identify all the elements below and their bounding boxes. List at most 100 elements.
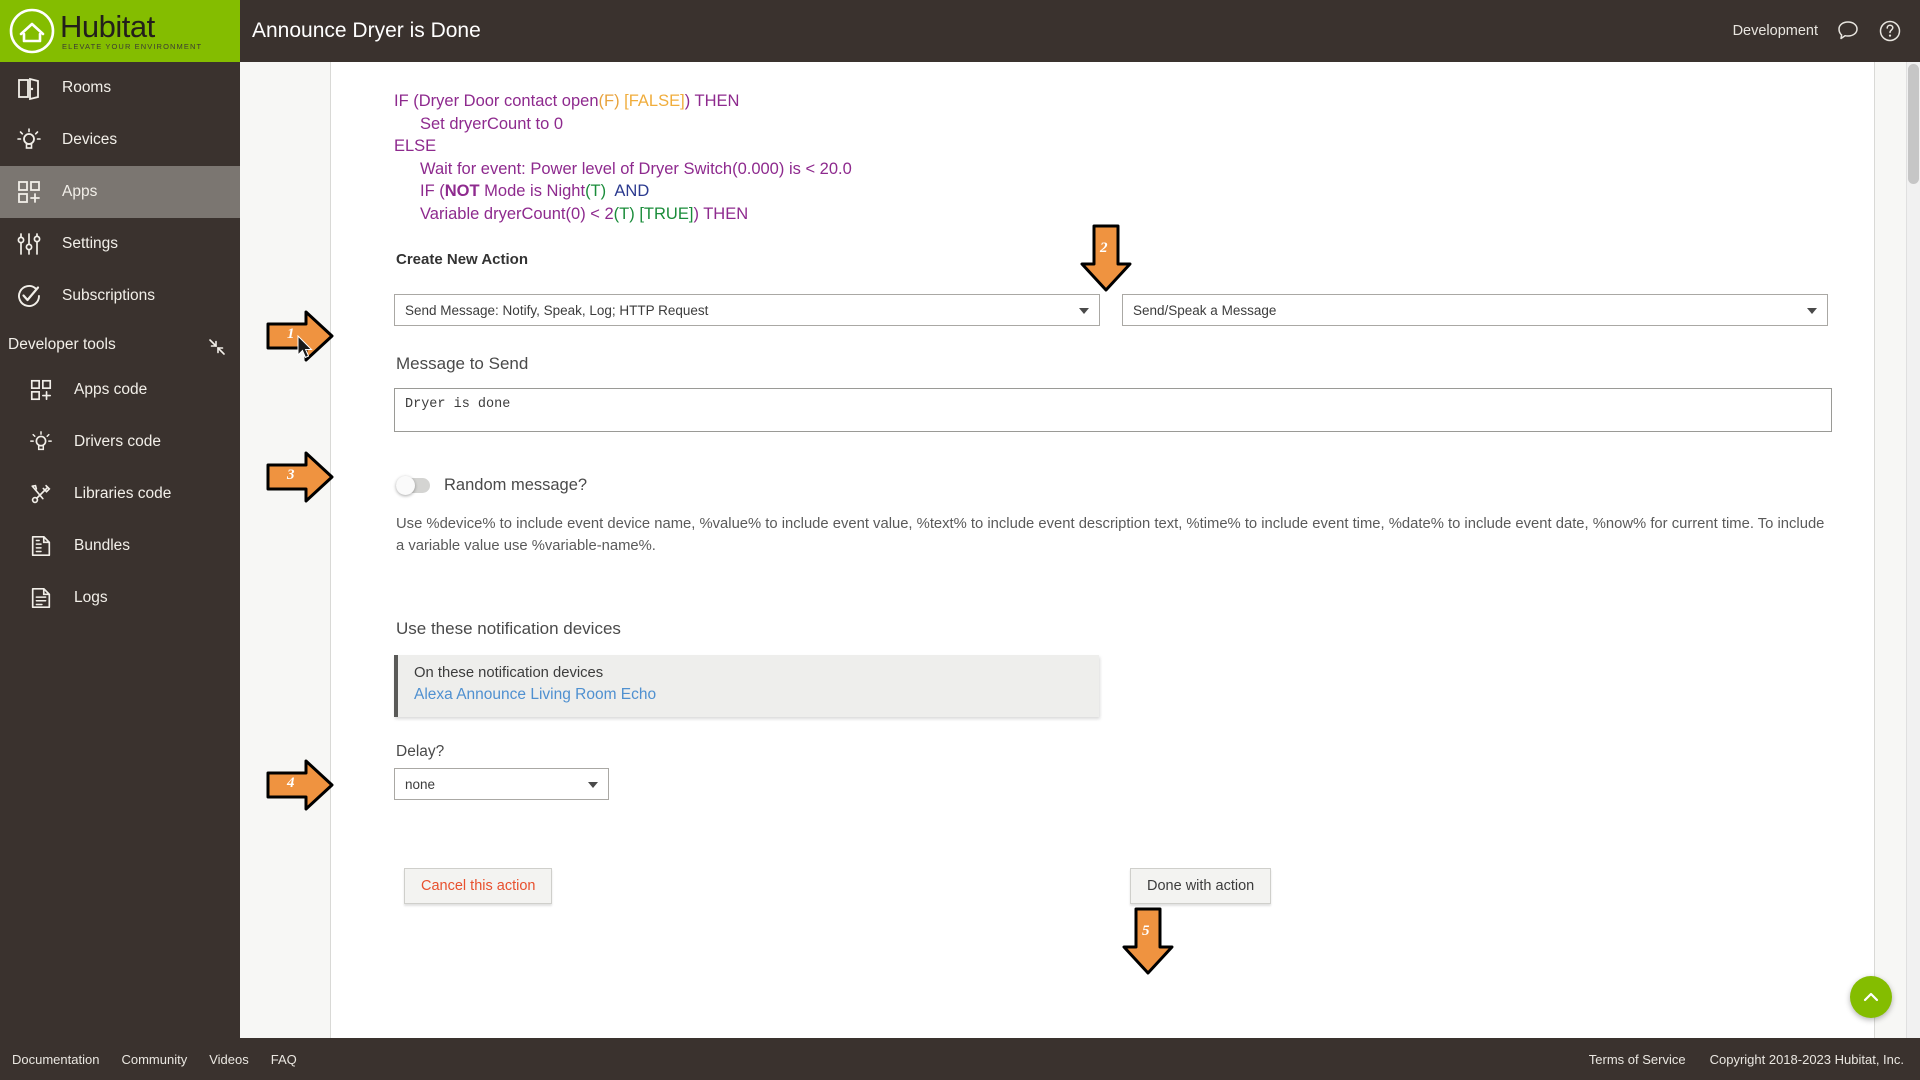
footer-link-videos[interactable]: Videos bbox=[209, 1052, 249, 1067]
main-content-area: IF (Dryer Door contact open(F) [FALSE]) … bbox=[240, 62, 1920, 1042]
page-title: Announce Dryer is Done bbox=[252, 19, 481, 42]
vertical-scrollbar[interactable] bbox=[1906, 62, 1920, 1042]
footer-link-documentation[interactable]: Documentation bbox=[12, 1052, 99, 1067]
rule-token: IF ( bbox=[420, 182, 445, 200]
sidebar: Hubitat ELEVATE YOUR ENVIRONMENT Rooms D… bbox=[0, 0, 240, 1080]
rule-line: Wait for event: Power level of Dryer Swi… bbox=[394, 158, 1846, 181]
rule-token: IF (Dryer Door contact open bbox=[394, 92, 599, 110]
substitution-help-text: Use %device% to include event device nam… bbox=[396, 513, 1836, 557]
notification-devices-heading: Use these notification devices bbox=[396, 619, 621, 638]
settings-icon bbox=[14, 229, 44, 259]
sidebar-item-apps[interactable]: Apps bbox=[0, 166, 240, 218]
scrollbar-thumb[interactable] bbox=[1908, 64, 1919, 184]
delay-select[interactable]: none bbox=[394, 768, 609, 800]
message-textarea[interactable] bbox=[394, 388, 1832, 432]
chevron-up-icon bbox=[1863, 992, 1879, 1002]
environment-label: Development bbox=[1732, 23, 1818, 39]
annotation-arrow-3: 3 bbox=[264, 449, 336, 510]
random-message-toggle[interactable] bbox=[396, 476, 430, 495]
rule-token: ELSE bbox=[394, 137, 437, 155]
rule-token: Set dryerCount to 0 bbox=[420, 114, 564, 133]
rule-token: AND bbox=[614, 182, 650, 200]
sidebar-item-subscriptions[interactable]: Subscriptions bbox=[0, 270, 240, 322]
chevron-down-icon bbox=[1079, 308, 1089, 314]
collapse-sidebar-icon[interactable] bbox=[208, 338, 226, 356]
rule-line: IF (NOT Mode is Night(T) AND bbox=[394, 180, 1846, 203]
notification-device-link[interactable]: Alexa Announce Living Room Echo bbox=[414, 686, 656, 704]
chevron-down-icon bbox=[588, 782, 598, 788]
subscriptions-icon bbox=[14, 281, 44, 311]
rule-token: ) THEN bbox=[693, 204, 749, 223]
footer-link-community[interactable]: Community bbox=[121, 1052, 187, 1067]
sidebar-item-label: Rooms bbox=[62, 79, 112, 96]
top-bar: Announce Dryer is Done Development bbox=[240, 0, 1920, 62]
rule-token: Mode is Night bbox=[479, 182, 586, 200]
brand-logo[interactable]: Hubitat ELEVATE YOUR ENVIRONMENT bbox=[0, 0, 240, 62]
rule-line: IF (Dryer Door contact open(F) [FALSE]) … bbox=[394, 90, 1846, 113]
action-type-select[interactable]: Send Message: Notify, Speak, Log; HTTP R… bbox=[394, 294, 1100, 326]
rule-token: (T) bbox=[613, 204, 635, 223]
annotation-number: 2 bbox=[1100, 240, 1108, 256]
brand-name: Hubitat bbox=[60, 9, 155, 45]
mouse-cursor-icon bbox=[296, 334, 314, 366]
sidebar-primary-nav: Rooms Devices Apps Settings Subscription… bbox=[0, 62, 240, 322]
sidebar-item-label: Drivers code bbox=[74, 433, 161, 450]
sidebar-item-rooms[interactable]: Rooms bbox=[0, 62, 240, 114]
sidebar-item-bundles[interactable]: Bundles bbox=[12, 520, 240, 572]
message-to-send-label: Message to Send bbox=[396, 354, 529, 373]
sidebar-section-label: Developer tools bbox=[8, 336, 116, 353]
rule-token: (F) bbox=[598, 92, 620, 110]
random-message-row: Random message? bbox=[396, 476, 1846, 495]
scroll-to-top-button[interactable] bbox=[1850, 976, 1892, 1018]
notification-box-title: On these notification devices bbox=[414, 665, 604, 681]
logs-icon bbox=[26, 583, 56, 613]
footer-legal: Terms of Service Copyright 2018-2023 Hub… bbox=[1589, 1052, 1920, 1067]
sidebar-item-drivers-code[interactable]: Drivers code bbox=[12, 416, 240, 468]
notification-devices-box[interactable]: On these notification devices Alexa Anno… bbox=[394, 655, 1099, 717]
sidebar-item-label: Settings bbox=[62, 235, 119, 252]
annotation-arrow-4: 4 bbox=[264, 757, 336, 818]
sidebar-item-settings[interactable]: Settings bbox=[0, 218, 240, 270]
annotation-arrow-5: 5 bbox=[1120, 905, 1176, 982]
help-icon[interactable] bbox=[1878, 19, 1902, 43]
footer-copyright: Copyright 2018-2023 Hubitat, Inc. bbox=[1709, 1051, 1904, 1067]
footer-link-faq[interactable]: FAQ bbox=[271, 1052, 297, 1067]
sidebar-item-libraries-code[interactable]: Libraries code bbox=[12, 468, 240, 520]
sidebar-item-devices[interactable]: Devices bbox=[0, 114, 240, 166]
annotation-number: 5 bbox=[1142, 923, 1150, 939]
message-type-select[interactable]: Send/Speak a Message bbox=[1122, 294, 1828, 326]
sidebar-item-label: Apps code bbox=[74, 381, 148, 398]
help-line-1: Use %device% to include event device nam… bbox=[396, 516, 1754, 532]
rule-token: ) THEN bbox=[684, 92, 740, 110]
sidebar-developer-nav: Apps code Drivers code Libraries code Bu… bbox=[0, 364, 240, 624]
rule-token: [TRUE] bbox=[639, 204, 694, 223]
message-type-value: Send/Speak a Message bbox=[1133, 302, 1277, 318]
delay-label: Delay? bbox=[396, 743, 445, 760]
annotation-arrow-2: 2 bbox=[1078, 222, 1134, 299]
rule-token: Variable dryerCount(0) < 2 bbox=[420, 204, 614, 223]
done-action-button[interactable]: Done with action bbox=[1130, 868, 1272, 904]
rule-logic-preview: IF (Dryer Door contact open(F) [FALSE]) … bbox=[394, 90, 1846, 225]
annotation-number: 1 bbox=[287, 326, 295, 342]
action-type-value: Send Message: Notify, Speak, Log; HTTP R… bbox=[405, 302, 709, 318]
bundles-icon bbox=[26, 531, 56, 561]
rule-token: NOT bbox=[444, 182, 480, 200]
sidebar-item-logs[interactable]: Logs bbox=[12, 572, 240, 624]
chat-icon[interactable] bbox=[1836, 19, 1860, 43]
brand-tagline: ELEVATE YOUR ENVIRONMENT bbox=[62, 42, 203, 52]
rooms-icon bbox=[14, 73, 44, 103]
rule-line: ELSE bbox=[394, 135, 1846, 158]
cancel-action-button[interactable]: Cancel this action bbox=[404, 868, 553, 904]
sidebar-item-label: Devices bbox=[62, 131, 118, 148]
hubitat-house-logo-icon bbox=[9, 8, 55, 54]
rule-token: Wait for event: Power level of Dryer Swi… bbox=[420, 159, 852, 178]
delay-value: none bbox=[405, 776, 436, 792]
sidebar-item-apps-code[interactable]: Apps code bbox=[12, 364, 240, 416]
drivers-code-icon bbox=[26, 427, 56, 457]
footer-link-terms-of-service[interactable]: Terms of Service bbox=[1589, 1052, 1686, 1067]
sidebar-section-developer-tools: Developer tools bbox=[0, 322, 240, 364]
apps-code-icon bbox=[26, 375, 56, 405]
annotation-number: 4 bbox=[287, 775, 295, 791]
rule-line: Set dryerCount to 0 bbox=[394, 113, 1846, 136]
rule-token: (T) bbox=[585, 182, 607, 200]
